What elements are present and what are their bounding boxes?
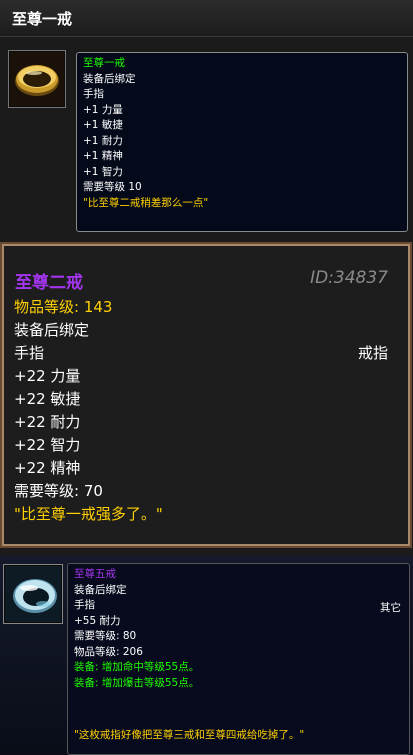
panel1-title: 至尊一戒 <box>12 10 73 28</box>
stat-line: +1 力量 <box>83 103 123 116</box>
stat-line: +1 耐力 <box>83 134 123 147</box>
stat-line: +22 智力 <box>14 436 81 454</box>
slot-text: 手指 <box>14 344 45 362</box>
stat-line: +22 耐力 <box>14 413 81 431</box>
stat-line: +22 敏捷 <box>14 390 81 408</box>
stat-line: +55 耐力 <box>74 614 121 627</box>
equip-effect: 装备: 增加爆击等级55点。 <box>74 676 200 689</box>
item-level-row: 物品等级: 143 <box>14 296 163 319</box>
silver-ring-icon <box>5 566 61 622</box>
stat-line: +1 智力 <box>83 165 123 178</box>
item-name: 至尊一戒 <box>83 57 125 69</box>
bind-text: 装备后绑定 <box>83 72 136 85</box>
stat-line: +22 精神 <box>14 459 81 477</box>
slot-text: 手指 <box>74 599 95 611</box>
flavor-text: "比至尊二戒稍差那么一点" <box>83 196 209 209</box>
stat-line: +1 精神 <box>83 150 123 162</box>
bind-text: 装备后绑定 <box>74 583 127 596</box>
item-name: 至尊五戒 <box>74 568 116 580</box>
stat-line: +22 力量 <box>14 367 81 385</box>
bind-text: 装备后绑定 <box>14 321 90 339</box>
item-level-label: 物品等级: <box>14 298 80 316</box>
stat-line: +1 敏捷 <box>83 119 123 131</box>
panel1-header: 至尊一戒 <box>0 0 413 37</box>
flavor-text: "这枚戒指好像把至尊三戒和至尊四戒给吃掉了。" <box>74 729 305 741</box>
item-id: ID:34837 <box>310 268 388 288</box>
equip-effect: 装备: 增加命中等级55点。 <box>74 661 200 673</box>
required-level: 需要等级: 70 <box>14 482 103 500</box>
item-level: 物品等级: 206 <box>74 645 143 658</box>
gold-ring-icon <box>10 52 64 106</box>
item-name: 至尊二戒 <box>15 273 83 293</box>
item-level-value: 143 <box>83 298 113 316</box>
item-tooltip-large: 至尊二戒 ID:34837 物品等级: 143 装备后绑定 手指 +22 力量 … <box>2 244 410 546</box>
slot-type: 其它 <box>380 602 401 614</box>
tooltip-item-1: 至尊一戒 装备后绑定 手指 +1 力量 +1 敏捷 +1 耐力 +1 精神 +1… <box>76 52 408 232</box>
slot-text: 手指 <box>83 88 104 100</box>
item-icon-silver-ring[interactable] <box>3 564 63 624</box>
required-level: 需要等级 10 <box>83 181 142 193</box>
required-level: 需要等级: 80 <box>74 630 137 642</box>
tooltip-item-3: 至尊五戒 装备后绑定 手指 +55 耐力 需要等级: 80 物品等级: 206 … <box>67 563 410 755</box>
flavor-text: "比至尊一戒强多了。" <box>14 505 163 523</box>
item-icon-gold-ring[interactable] <box>8 50 66 108</box>
slot-type: 戒指 <box>357 344 388 362</box>
